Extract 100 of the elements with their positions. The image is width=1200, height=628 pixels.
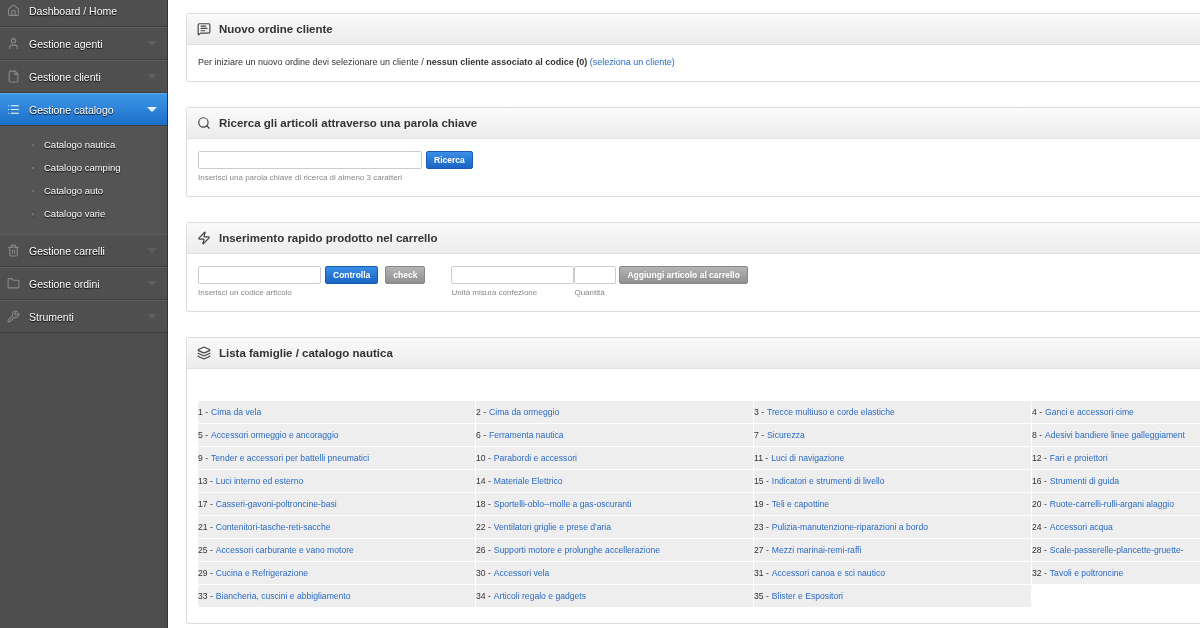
help-text: Quantità bbox=[574, 288, 606, 297]
family-link[interactable]: Ventilatori griglie e prese d'aria bbox=[493, 522, 612, 532]
family-number: 1 - bbox=[198, 407, 209, 417]
family-number: 32 - bbox=[1032, 568, 1047, 578]
family-number: 35 - bbox=[754, 591, 769, 601]
family-link[interactable]: Accessori vela bbox=[493, 568, 550, 578]
family-link[interactable]: Cima da vela bbox=[211, 407, 262, 417]
wrench-icon bbox=[7, 310, 20, 323]
family-number: 16 - bbox=[1032, 476, 1047, 486]
panel-title: Lista famiglie / catalogo nautica bbox=[219, 347, 393, 359]
select-client-link[interactable]: (seleziona un cliente) bbox=[589, 57, 675, 67]
family-number: 20 - bbox=[1032, 499, 1047, 509]
family-link[interactable]: Cima da ormeggio bbox=[489, 407, 560, 417]
family-number: 28 - bbox=[1032, 545, 1047, 555]
family-link[interactable]: Mezzi marinai-remi-raffi bbox=[771, 545, 862, 555]
family-link[interactable]: Accessori carburante e vano motore bbox=[215, 545, 354, 555]
code-field[interactable] bbox=[198, 266, 321, 284]
sidebar-item[interactable]: Gestione agenti bbox=[0, 27, 167, 60]
family-number: 23 - bbox=[754, 522, 769, 532]
sidebar-item[interactable]: Gestione catalogo bbox=[0, 93, 167, 126]
family-link[interactable]: Teli e capottine bbox=[771, 499, 830, 509]
family-number: 24 - bbox=[1032, 522, 1047, 532]
family-link[interactable]: Strumenti di guida bbox=[1049, 476, 1120, 486]
family-link[interactable]: Tavoli e poltroncine bbox=[1049, 568, 1124, 578]
quantity-field[interactable] bbox=[574, 266, 617, 284]
family-number: 17 - bbox=[198, 499, 213, 509]
panel-title: Ricerca gli articoli attraverso una parola chiave bbox=[219, 117, 478, 129]
family-link[interactable]: Biancheria, cuscini e abbigliamento bbox=[215, 591, 351, 601]
family-link[interactable]: Adesivi bandiere linee galleggiament bbox=[1045, 430, 1185, 440]
family-number: 12 - bbox=[1032, 453, 1047, 463]
check-button[interactable]: Controlla bbox=[325, 266, 379, 284]
family-link[interactable]: Materiale Elettrico bbox=[493, 476, 563, 486]
list-icon bbox=[7, 103, 20, 116]
family-link[interactable]: Cucina e Refrigerazione bbox=[215, 568, 308, 578]
help-text: Inserisci una parola chiave di ricerca di almeno 3 caratteri bbox=[198, 173, 404, 182]
file-icon bbox=[7, 70, 20, 83]
folder-icon bbox=[7, 277, 20, 290]
family-link[interactable]: Parabordi e accessori bbox=[493, 453, 577, 463]
family-number: 8 - bbox=[1032, 430, 1043, 440]
family-number: 19 - bbox=[754, 499, 769, 509]
keyword-field[interactable] bbox=[198, 151, 422, 169]
panel-title: Inserimento rapido prodotto nel carrello bbox=[219, 232, 438, 244]
help-text: Inserisci un codice articolo bbox=[198, 288, 293, 297]
sidebar-item[interactable]: Gestione ordini bbox=[0, 267, 167, 300]
sidebar-item[interactable]: Gestione clienti bbox=[0, 60, 167, 93]
family-number: 7 - bbox=[754, 430, 765, 440]
family-link[interactable]: Casseri-gavoni-poltroncine-basi bbox=[215, 499, 337, 509]
sidebar-item[interactable]: Strumenti bbox=[0, 300, 167, 333]
family-link[interactable]: Supporti motore e prolunghe accellerazione bbox=[493, 545, 661, 555]
family-link[interactable]: Articoli regalo e gadgets bbox=[493, 591, 586, 601]
family-link[interactable]: Trecce multiuso e corde elastiche bbox=[767, 407, 895, 417]
family-number: 13 - bbox=[198, 476, 213, 486]
family-number: 34 - bbox=[476, 591, 491, 601]
family-link[interactable]: Ruote-carrelli-rulli-argani alaggio bbox=[1049, 499, 1174, 509]
family-number: 30 - bbox=[476, 568, 491, 578]
family-link[interactable]: Sportelli-oblo--molle a gas-oscuranti bbox=[493, 499, 632, 509]
family-number: 22 - bbox=[476, 522, 491, 532]
family-link[interactable]: Ferramenta nautica bbox=[489, 430, 564, 440]
family-link[interactable]: Blister e Espositori bbox=[771, 591, 843, 601]
family-link[interactable]: Indicatori e strumenti di livello bbox=[771, 476, 885, 486]
family-number: 5 - bbox=[198, 430, 209, 440]
family-number: 21 - bbox=[198, 522, 213, 532]
submenu-item[interactable]: Catalogo nautica bbox=[0, 133, 167, 156]
family-number: 14 - bbox=[476, 476, 491, 486]
unit-field[interactable] bbox=[451, 266, 575, 284]
family-link[interactable]: Sicurezza bbox=[767, 430, 805, 440]
family-link[interactable]: Pulizia-manutenzione-riparazioni a bordo bbox=[771, 522, 929, 532]
submenu-item[interactable]: Catalogo auto bbox=[0, 179, 167, 202]
family-number: 9 - bbox=[198, 453, 209, 463]
family-number: 29 - bbox=[198, 568, 213, 578]
family-link[interactable]: Tender e accessori per battelli pneumatici bbox=[211, 453, 370, 463]
trash-icon bbox=[7, 244, 20, 257]
add-to-cart-button[interactable]: Aggiungi articolo al carrello bbox=[619, 266, 748, 284]
family-number: 2 - bbox=[476, 407, 487, 417]
help-text: Unità misura confezione bbox=[451, 288, 539, 297]
sidebar-item[interactable]: Gestione carrelli bbox=[0, 234, 167, 267]
family-link[interactable]: Scale-passerelle-plancette-gruette- bbox=[1049, 545, 1184, 555]
family-link[interactable]: Contenitori-tasche-reti-sacche bbox=[215, 522, 331, 532]
family-number: 10 - bbox=[476, 453, 491, 463]
family-link[interactable]: Fari e proiettori bbox=[1049, 453, 1108, 463]
submenu-item[interactable]: Catalogo varie bbox=[0, 202, 167, 225]
search-icon bbox=[197, 116, 211, 130]
family-link[interactable]: Ganci e accessori cime bbox=[1045, 407, 1134, 417]
house-icon bbox=[7, 4, 20, 17]
family-link[interactable]: Accessori canoa e sci nautico bbox=[771, 568, 886, 578]
family-link[interactable]: Accessori ormeggio e ancoraggio bbox=[211, 430, 339, 440]
family-number: 33 - bbox=[198, 591, 213, 601]
search-button[interactable]: Ricerca bbox=[426, 151, 473, 169]
family-link[interactable]: Luci interno ed esterno bbox=[215, 476, 304, 486]
instruction-text: Per iniziare un nuovo ordine devi selezionare un cliente / nessun cliente associato al codice (0) bbox=[198, 57, 588, 67]
layers-icon bbox=[197, 346, 211, 360]
family-number: 27 - bbox=[754, 545, 769, 555]
person-icon bbox=[7, 37, 20, 50]
family-link[interactable]: Luci di navigazione bbox=[771, 453, 845, 463]
family-number: 6 - bbox=[476, 430, 487, 440]
check-button[interactable]: check bbox=[385, 266, 426, 284]
submenu-item[interactable]: Catalogo camping bbox=[0, 156, 167, 179]
family-number: 31 - bbox=[754, 568, 769, 578]
family-number: 4 - bbox=[1032, 407, 1043, 417]
family-link[interactable]: Accessori acqua bbox=[1049, 522, 1113, 532]
